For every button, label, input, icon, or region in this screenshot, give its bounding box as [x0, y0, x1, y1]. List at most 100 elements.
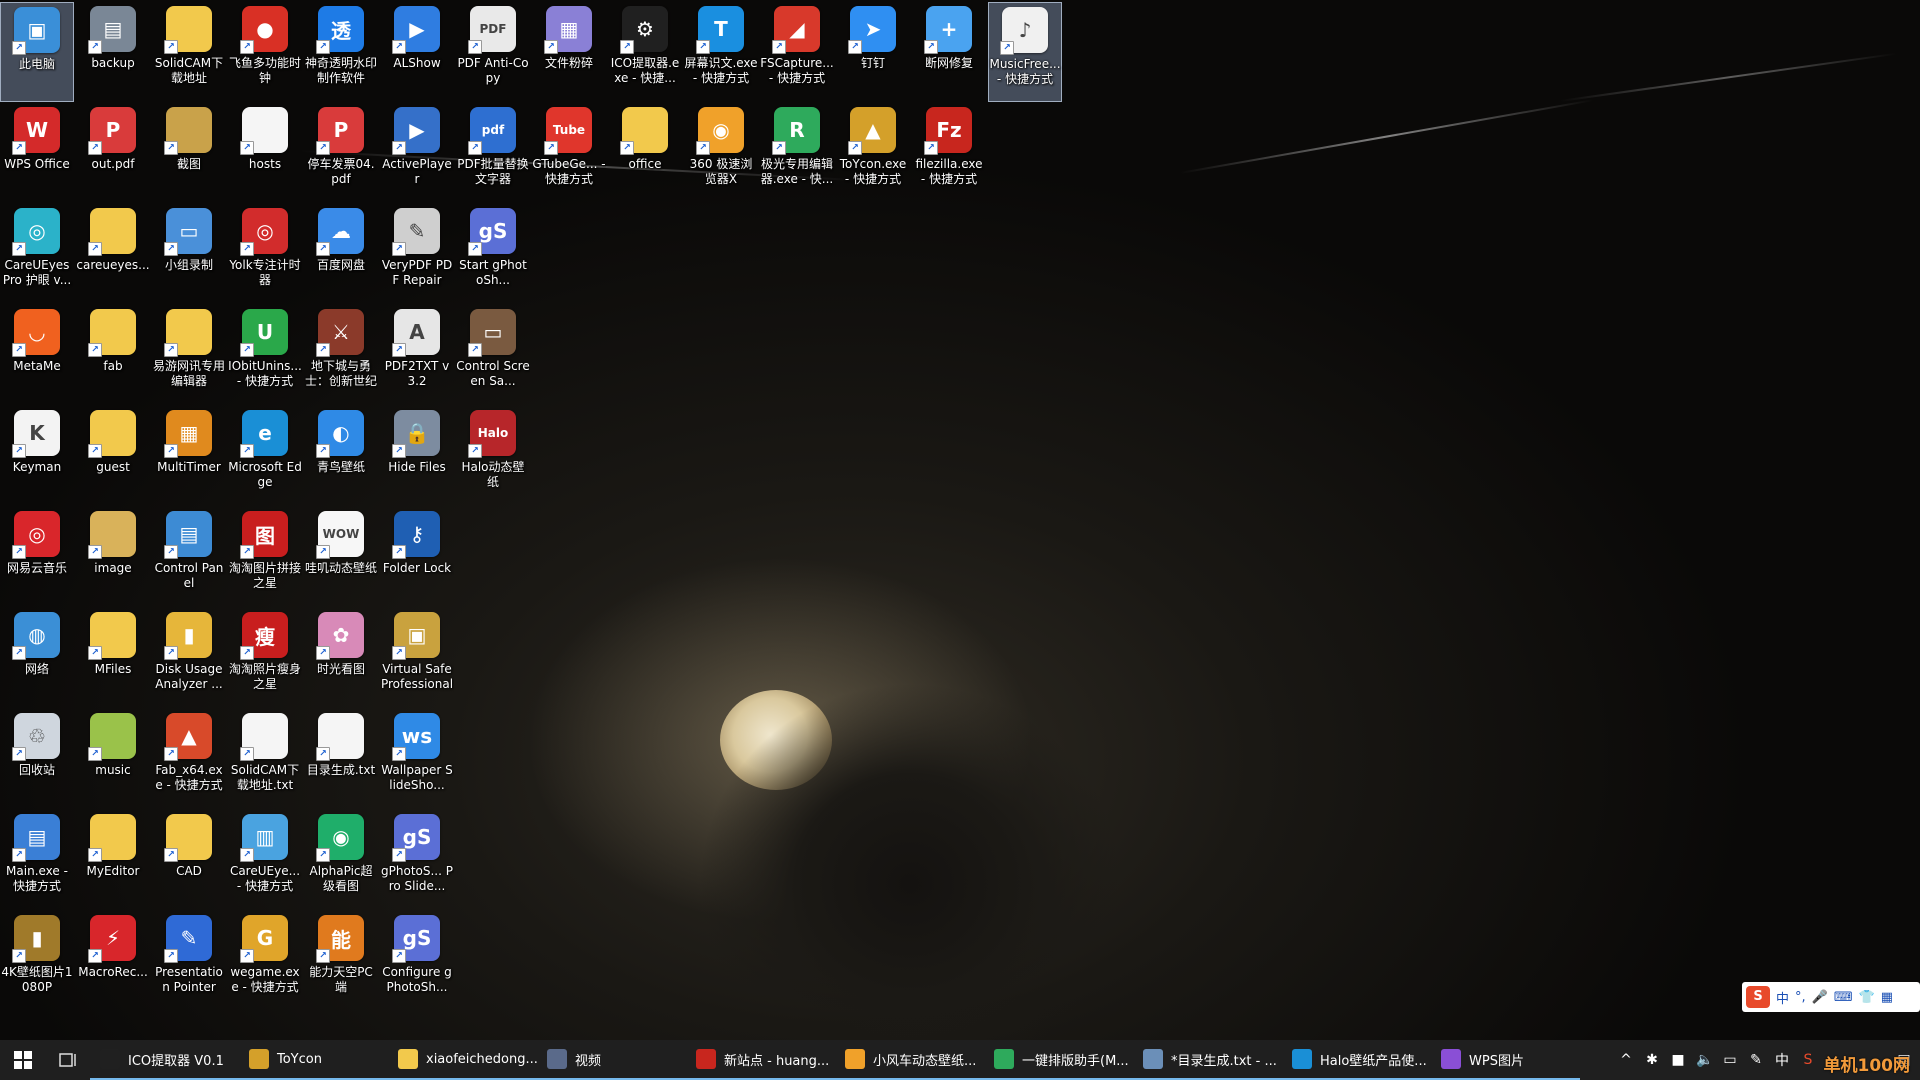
desktop-icon[interactable]: T ↗ 屏幕识文.exe - 快捷方式 — [684, 2, 758, 102]
desktop-icon[interactable]: ◢ ↗ FSCapture... - 快捷方式 — [760, 2, 834, 102]
skin-icon[interactable]: 👕 — [1859, 990, 1875, 1005]
desktop-icon[interactable]: ✿ ↗ 时光看图 — [304, 608, 378, 708]
taskbar-app-button[interactable]: *目录生成.txt - ... — [1133, 1040, 1282, 1080]
desktop-icon[interactable]: ▣ ↗ Virtual Safe Professional — [380, 608, 454, 708]
desktop-icon[interactable]: ● ↗ 飞鱼多功能时钟 — [228, 2, 302, 102]
desktop-icon[interactable]: ↗ MFiles — [76, 608, 150, 708]
pen-icon[interactable]: ✎ — [1748, 1052, 1764, 1068]
desktop-icon[interactable]: ws ↗ Wallpaper SlideSho... — [380, 709, 454, 809]
desktop-icon[interactable]: ➤ ↗ 钉钉 — [836, 2, 910, 102]
desktop-icon[interactable]: e ↗ Microsoft Edge — [228, 406, 302, 506]
desktop-icon[interactable]: ↗ guest — [76, 406, 150, 506]
desktop-icon[interactable]: pdf ↗ PDF批量替换文字器 — [456, 103, 530, 203]
desktop-icon[interactable]: WOW ↗ 哇叽动态壁纸 — [304, 507, 378, 607]
taskbar-app-button[interactable]: 一键排版助手(M... — [984, 1040, 1133, 1080]
desktop-icon[interactable]: ▲ ↗ Fab_x64.exe - 快捷方式 — [152, 709, 226, 809]
desktop-icon[interactable]: ↗ hosts — [228, 103, 302, 203]
taskbar-app-button[interactable]: WPS图片 — [1431, 1040, 1580, 1080]
desktop-icon[interactable]: ↗ office — [608, 103, 682, 203]
task-view-button[interactable] — [46, 1040, 90, 1080]
desktop-icon[interactable]: ◡ ↗ MetaMe — [0, 305, 74, 405]
desktop-icon[interactable]: ▮ ↗ Disk Usage Analyzer ... — [152, 608, 226, 708]
desktop-icon[interactable]: ↗ MyEditor — [76, 810, 150, 910]
desktop-icon[interactable]: ⚷ ↗ Folder Lock — [380, 507, 454, 607]
desktop-icon[interactable]: P ↗ 停车发票04.pdf — [304, 103, 378, 203]
taskbar-app-button[interactable]: xiaofeichedong... — [388, 1040, 537, 1080]
desktop-icon[interactable]: ♲ ↗ 回收站 — [0, 709, 74, 809]
input-language[interactable]: 中 — [1774, 1050, 1790, 1070]
desktop-icon[interactable]: ↗ 易游网讯专用编辑器 — [152, 305, 226, 405]
desktop-icon[interactable]: ◉ ↗ AlphaPic超级看图 — [304, 810, 378, 910]
desktop-icon[interactable]: ▤ ↗ backup — [76, 2, 150, 102]
desktop-icon[interactable]: ▶ ↗ ALShow — [380, 2, 454, 102]
desktop-icon[interactable]: ▦ ↗ MultiTimer — [152, 406, 226, 506]
desktop-icon[interactable]: ✎ ↗ Presentation Pointer — [152, 911, 226, 1011]
desktop-icon[interactable]: A ↗ PDF2TXT v3.2 — [380, 305, 454, 405]
desktop-icon[interactable]: 能 ↗ 能力天空PC端 — [304, 911, 378, 1011]
tray-app-icon[interactable]: ■ — [1670, 1052, 1686, 1068]
tray-chevron-icon[interactable]: ^ — [1618, 1052, 1634, 1068]
sogou-ime-icon[interactable]: S — [1746, 986, 1770, 1008]
desktop-icon[interactable]: ▶ ↗ ActivePlayer — [380, 103, 454, 203]
desktop-icon[interactable]: W ↗ WPS Office — [0, 103, 74, 203]
desktop-icon[interactable]: ▭ ↗ 小组录制 — [152, 204, 226, 304]
desktop-icon[interactable]: Tube ↗ GTubeGe... - 快捷方式 — [532, 103, 606, 203]
bluetooth-icon[interactable]: ✱ — [1644, 1052, 1660, 1068]
desktop-icon[interactable]: ▣ ↗ 此电脑 — [0, 2, 74, 102]
desktop-icon[interactable]: P ↗ out.pdf — [76, 103, 150, 203]
desktop-icon[interactable]: ↗ 目录生成.txt — [304, 709, 378, 809]
taskbar-app-button[interactable]: 小风车动态壁纸... — [835, 1040, 984, 1080]
desktop-icon[interactable]: ↗ CAD — [152, 810, 226, 910]
desktop-icon[interactable]: gS ↗ Start gPhotoSh... — [456, 204, 530, 304]
network-icon[interactable]: ▭ — [1722, 1052, 1738, 1068]
desktop-icon[interactable]: G ↗ wegame.exe - 快捷方式 — [228, 911, 302, 1011]
volume-icon[interactable]: 🔈 — [1696, 1052, 1713, 1068]
taskbar-app-button[interactable]: Halo壁纸产品使... — [1282, 1040, 1431, 1080]
desktop-icon[interactable]: ↗ SolidCAM下载地址 — [152, 2, 226, 102]
desktop-icon[interactable]: ◐ ↗ 青鸟壁纸 — [304, 406, 378, 506]
desktop-icon[interactable]: ↗ SolidCAM下载地址.txt — [228, 709, 302, 809]
taskbar-app-button[interactable]: ToYcon — [239, 1040, 388, 1080]
keyboard-icon[interactable]: ⌨ — [1834, 990, 1853, 1005]
desktop-icon[interactable]: K ↗ Keyman — [0, 406, 74, 506]
desktop-icon[interactable]: gS ↗ Configure gPhotoSh... — [380, 911, 454, 1011]
desktop-icon[interactable]: ☁ ↗ 百度网盘 — [304, 204, 378, 304]
desktop-icon[interactable]: ↗ careueyes... — [76, 204, 150, 304]
desktop-icon[interactable]: ◎ ↗ 网易云音乐 — [0, 507, 74, 607]
desktop-icon[interactable]: ✎ ↗ VeryPDF PDF Repair — [380, 204, 454, 304]
start-button[interactable] — [0, 1040, 46, 1080]
taskbar-app-button[interactable]: 视频 — [537, 1040, 686, 1080]
desktop-icon[interactable]: ⚔ ↗ 地下城与勇士：创新世纪 — [304, 305, 378, 405]
desktop-icon[interactable]: Halo ↗ Halo动态壁纸 — [456, 406, 530, 506]
desktop-icon[interactable]: ↗ image — [76, 507, 150, 607]
ime-toolbar[interactable]: S 中 °, 🎤 ⌨ 👕 ▦ — [1742, 982, 1920, 1012]
desktop-icon[interactable]: ▭ ↗ Control Screen Sa... — [456, 305, 530, 405]
ime-item[interactable]: °, — [1795, 990, 1806, 1005]
menu-grid-icon[interactable]: ▦ — [1881, 990, 1893, 1005]
desktop-icon[interactable]: ◍ ↗ 网络 — [0, 608, 74, 708]
desktop-icon[interactable]: ⚙ ↗ ICO提取器.exe - 快捷... — [608, 2, 682, 102]
desktop-icon[interactable]: gS ↗ gPhotoS... Pro Slide... — [380, 810, 454, 910]
desktop-icon[interactable]: ♪ ↗ MusicFree... - 快捷方式 — [988, 2, 1062, 102]
desktop-icon[interactable]: 🔒 ↗ Hide Files — [380, 406, 454, 506]
desktop-icon[interactable]: ◉ ↗ 360 极速浏览器X — [684, 103, 758, 203]
desktop-icon[interactable]: R ↗ 极光专用编辑器.exe - 快... — [760, 103, 834, 203]
taskbar-app-button[interactable]: ICO提取器 V0.1 — [90, 1040, 239, 1080]
desktop-icon[interactable]: ▮ ↗ 4K壁纸图片1080P — [0, 911, 74, 1011]
desktop-icon[interactable]: ▦ ↗ 文件粉碎 — [532, 2, 606, 102]
desktop-icon[interactable]: Fz ↗ filezilla.exe - 快捷方式 — [912, 103, 986, 203]
desktop-icon[interactable]: ↗ fab — [76, 305, 150, 405]
ime-item[interactable]: 中 — [1776, 988, 1789, 1007]
desktop-icon[interactable]: ↗ music — [76, 709, 150, 809]
desktop-icon[interactable]: ▲ ↗ ToYcon.exe - 快捷方式 — [836, 103, 910, 203]
desktop-icon[interactable]: ⚡ ↗ MacroRec... — [76, 911, 150, 1011]
desktop-icon[interactable]: 透 ↗ 神奇透明水印制作软件 — [304, 2, 378, 102]
desktop-icon[interactable]: PDF ↗ PDF Anti-Copy — [456, 2, 530, 102]
desktop-icon[interactable]: ▤ ↗ Main.exe - 快捷方式 — [0, 810, 74, 910]
desktop-icon[interactable]: ▤ ↗ Control Panel — [152, 507, 226, 607]
desktop-icon[interactable]: ◎ ↗ Yolk专注计时器 — [228, 204, 302, 304]
taskbar-app-button[interactable]: 新站点 - huang... — [686, 1040, 835, 1080]
sogou-tray-icon[interactable]: S — [1800, 1052, 1816, 1068]
microphone-icon[interactable]: 🎤 — [1812, 990, 1828, 1005]
desktop-icon[interactable]: + ↗ 断网修复 — [912, 2, 986, 102]
